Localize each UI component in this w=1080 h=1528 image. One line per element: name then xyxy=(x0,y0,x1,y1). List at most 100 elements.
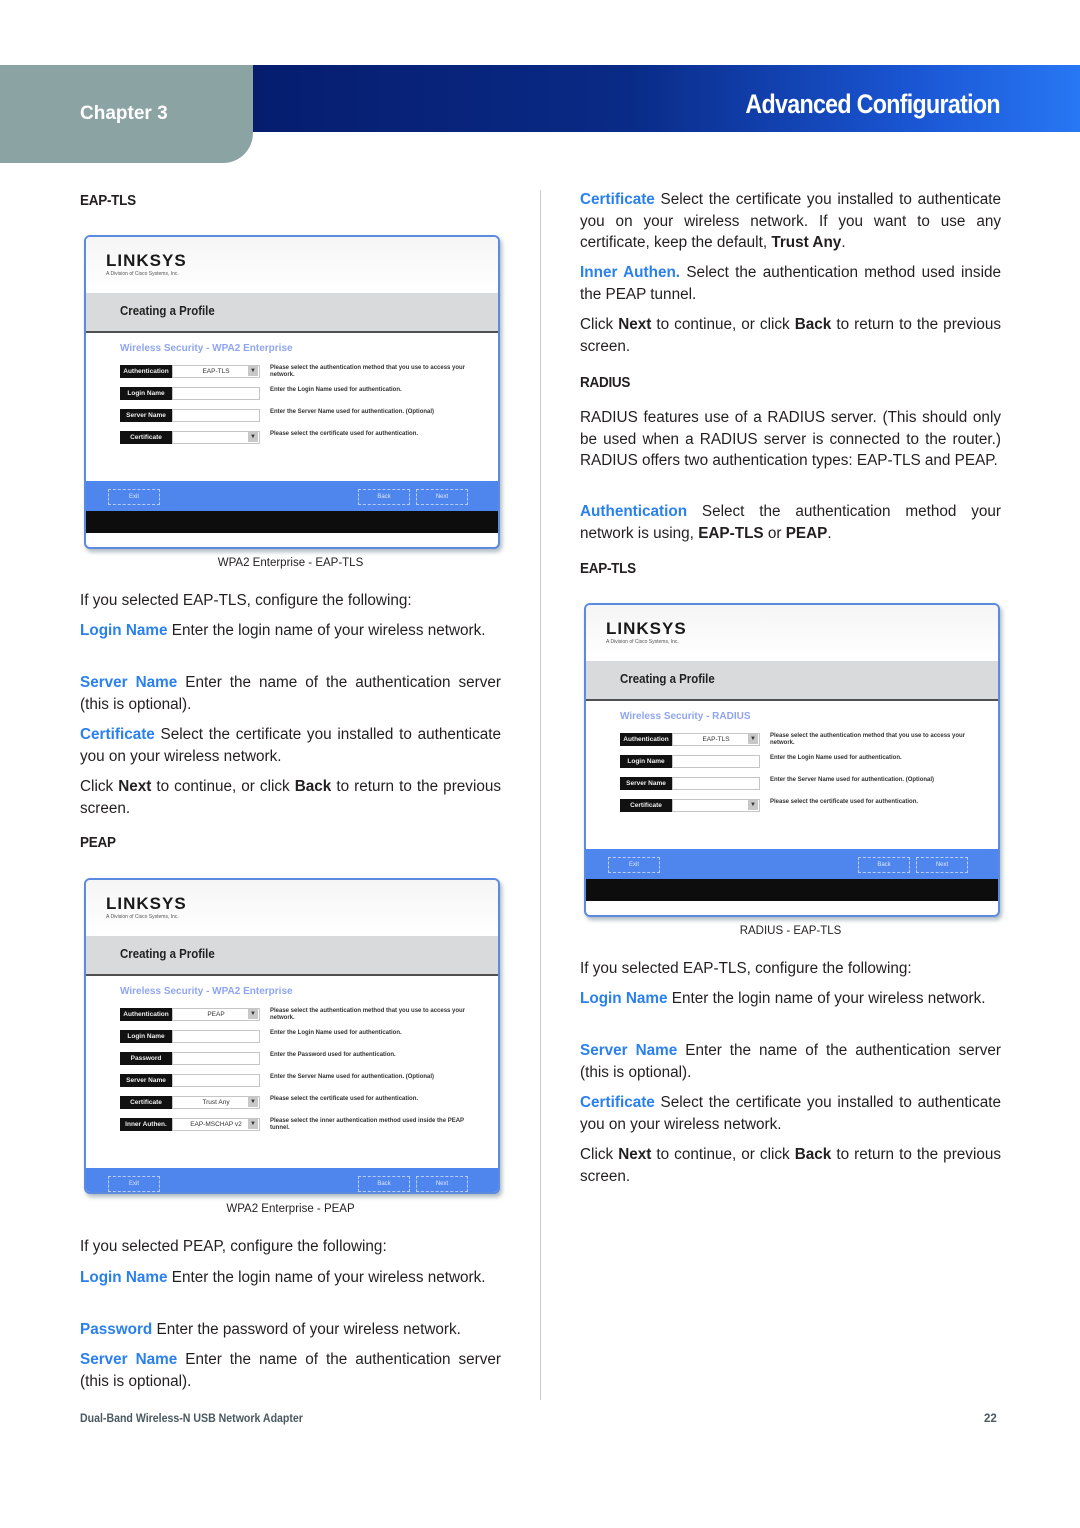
field-input[interactable] xyxy=(172,387,260,400)
text: to continue, or click xyxy=(651,316,795,333)
field-input[interactable] xyxy=(172,1052,260,1065)
form-row: Login Name Enter the Login Name used for … xyxy=(120,1030,498,1043)
field-label: Login Name xyxy=(120,387,172,400)
chevron-down-icon[interactable]: ▼ xyxy=(248,1009,258,1019)
field-hint: Please select the inner authentication m… xyxy=(270,1118,464,1131)
term-server-name: Server Name xyxy=(80,1351,178,1368)
window-bottom-bar xyxy=(86,511,498,533)
back-ref: Back xyxy=(294,778,332,795)
field-input[interactable] xyxy=(172,1030,260,1043)
term-certificate: Certificate xyxy=(580,1094,655,1111)
security-section-title: Wireless Security - WPA2 Enterprise xyxy=(120,343,293,354)
security-section-title: Wireless Security - WPA2 Enterprise xyxy=(120,986,293,997)
column-divider xyxy=(540,190,541,1400)
field-input[interactable] xyxy=(172,1074,260,1087)
text: to continue, or click xyxy=(151,778,295,795)
chevron-down-icon[interactable]: ▼ xyxy=(248,432,258,442)
exit-button[interactable]: Exit xyxy=(108,1176,160,1192)
figure-caption: WPA2 Enterprise - EAP-TLS xyxy=(217,557,364,569)
next-button[interactable]: Next xyxy=(916,857,968,873)
linksys-logo-subtitle: A Division of Cisco Systems, Inc. xyxy=(106,914,179,920)
linksys-logo: LINKSYS xyxy=(106,894,187,913)
linksys-logo-subtitle: A Division of Cisco Systems, Inc. xyxy=(106,271,179,277)
field-label: Authentication xyxy=(120,365,172,378)
field-hint: Enter the Login Name used for authentica… xyxy=(270,387,402,393)
click-next-instruction: Click Next to continue, or click Back to… xyxy=(580,1144,1001,1187)
field-select[interactable] xyxy=(672,799,760,812)
figure-caption: RADIUS - EAP-TLS xyxy=(739,925,842,937)
def-text: Enter the password of your wireless netw… xyxy=(152,1321,461,1338)
def-certificate: Certificate Select the certificate you i… xyxy=(580,189,1001,254)
profile-title: Creating a Profile xyxy=(120,303,215,318)
field-select[interactable]: EAP-MSCHAP v2 xyxy=(172,1118,260,1131)
eap-tls-heading: EAP-TLS xyxy=(580,560,636,577)
footer-product-name: Dual-Band Wireless-N USB Network Adapter xyxy=(80,1413,303,1425)
peap-ref: PEAP xyxy=(785,524,828,542)
security-form: Wireless Security - WPA2 Enterprise Authe… xyxy=(86,333,498,481)
field-label: Password xyxy=(120,1052,172,1065)
def-login-name: Login Name Enter the login name of your … xyxy=(580,988,1001,1010)
term-login-name: Login Name xyxy=(580,990,668,1007)
def-login-name: Login Name Enter the login name of your … xyxy=(80,1267,501,1289)
linksys-header: LINKSYS A Division of Cisco Systems, Inc. xyxy=(86,880,498,936)
linksys-logo: LINKSYS xyxy=(606,619,687,638)
field-input[interactable] xyxy=(672,755,760,768)
form-row: Authentication EAP-TLS ▼ Please select the … xyxy=(620,733,998,746)
back-ref: Back xyxy=(794,316,832,333)
def-text: Enter the login name of your wireless ne… xyxy=(167,1269,486,1286)
button-bar: Exit Back Next xyxy=(86,481,498,511)
chevron-down-icon[interactable]: ▼ xyxy=(248,366,258,376)
chevron-down-icon[interactable]: ▼ xyxy=(748,800,758,810)
exit-button[interactable]: Exit xyxy=(608,857,660,873)
field-select[interactable] xyxy=(172,431,260,444)
screenshot-radius-eap-tls: LINKSYS A Division of Cisco Systems, Inc.… xyxy=(584,603,1000,917)
field-label: Certificate xyxy=(120,1096,172,1109)
def-password: Password Enter the password of your wire… xyxy=(80,1319,501,1341)
form-row: Authentication EAP-TLS ▼ Please select the … xyxy=(120,365,498,378)
field-hint: Enter the Login Name used for authentica… xyxy=(270,1030,402,1036)
field-hint: Please select the authentication method … xyxy=(770,733,966,746)
field-hint: Enter the Server Name used for authentic… xyxy=(270,1074,435,1080)
form-row: Server Name Enter the Server Name used fo… xyxy=(120,409,498,422)
term-server-name: Server Name xyxy=(80,674,178,691)
term-password: Password xyxy=(80,1321,153,1338)
window-bottom-bar xyxy=(586,879,998,901)
back-button[interactable]: Back xyxy=(358,489,410,505)
def-inner-authen: Inner Authen. Select the authentication … xyxy=(580,262,1001,305)
security-section-title: Wireless Security - RADIUS xyxy=(620,711,751,722)
field-select[interactable]: EAP-TLS xyxy=(672,733,760,746)
next-ref: Next xyxy=(618,1146,652,1163)
field-input[interactable] xyxy=(172,409,260,422)
term-inner-authen: Inner Authen. xyxy=(580,264,681,281)
field-label: Certificate xyxy=(120,431,172,444)
intro-peap: If you selected PEAP, configure the foll… xyxy=(80,1238,387,1255)
form-row: Server Name Enter the Server Name used fo… xyxy=(120,1074,498,1087)
text: . xyxy=(827,524,832,542)
field-label: Authentication xyxy=(120,1008,172,1021)
chevron-down-icon[interactable]: ▼ xyxy=(748,734,758,744)
chevron-down-icon[interactable]: ▼ xyxy=(248,1097,258,1107)
profile-title-band: Creating a Profile xyxy=(86,293,498,333)
linksys-logo-subtitle: A Division of Cisco Systems, Inc. xyxy=(606,639,679,645)
intro-eap-tls: If you selected EAP-TLS, configure the f… xyxy=(580,960,912,977)
field-hint: Please select the certificate used for a… xyxy=(270,431,419,437)
profile-title-band: Creating a Profile xyxy=(86,936,498,976)
field-select[interactable]: EAP-TLS xyxy=(172,365,260,378)
back-button[interactable]: Back xyxy=(358,1176,410,1192)
field-select[interactable]: Trust Any xyxy=(172,1096,260,1109)
back-button[interactable]: Back xyxy=(858,857,910,873)
next-button[interactable]: Next xyxy=(416,1176,468,1192)
field-input[interactable] xyxy=(672,777,760,790)
header-bar: Advanced Configuration xyxy=(253,65,1080,132)
exit-button[interactable]: Exit xyxy=(108,489,160,505)
field-label: Server Name xyxy=(120,1074,172,1087)
button-bar: Exit Back Next xyxy=(586,849,998,879)
chapter-label: Chapter 3 xyxy=(80,103,168,124)
def-authentication: Authentication Select the authentication… xyxy=(580,501,1001,544)
next-button[interactable]: Next xyxy=(416,489,468,505)
chevron-down-icon[interactable]: ▼ xyxy=(248,1119,258,1129)
field-select[interactable]: PEAP xyxy=(172,1008,260,1021)
back-ref: Back xyxy=(794,1146,832,1163)
intro-eap-tls: If you selected EAP-TLS, configure the f… xyxy=(80,592,412,609)
profile-title-band: Creating a Profile xyxy=(586,661,998,701)
